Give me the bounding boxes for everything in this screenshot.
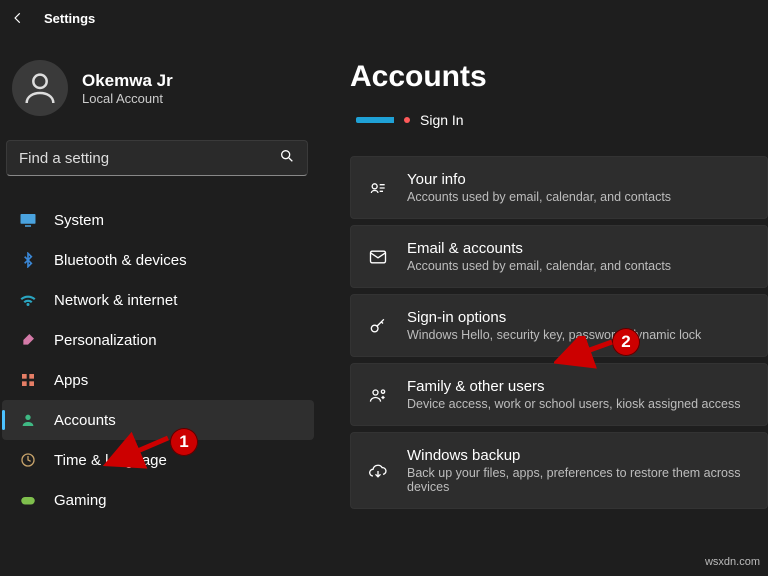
- cloud-backup-icon: [367, 460, 389, 482]
- sidebar-item-label: Apps: [54, 372, 88, 389]
- user-name: Okemwa Jr: [82, 71, 173, 91]
- card-your-info[interactable]: Your info Accounts used by email, calend…: [350, 156, 768, 219]
- card-title: Your info: [407, 171, 671, 188]
- sidebar-item-label: Bluetooth & devices: [54, 252, 187, 269]
- card-subtitle: Accounts used by email, calendar, and co…: [407, 190, 671, 204]
- alert-dot-icon: [404, 117, 410, 123]
- sidebar-item-apps[interactable]: Apps: [2, 360, 314, 400]
- sidebar-item-network[interactable]: Network & internet: [2, 280, 314, 320]
- signin-row: Sign In: [356, 112, 768, 128]
- card-title: Sign-in options: [407, 309, 701, 326]
- sidebar-item-accounts[interactable]: Accounts: [2, 400, 314, 440]
- user-account-type: Local Account: [82, 91, 173, 106]
- sidebar: Okemwa Jr Local Account System Bluetooth…: [0, 36, 320, 576]
- key-icon: [367, 315, 389, 337]
- gamepad-icon: [18, 490, 38, 510]
- card-title: Family & other users: [407, 378, 740, 395]
- people-plus-icon: [367, 384, 389, 406]
- sign-in-link[interactable]: Sign In: [420, 112, 464, 128]
- clock-globe-icon: [18, 450, 38, 470]
- sidebar-item-label: Accounts: [54, 412, 116, 429]
- titlebar: Settings: [0, 0, 768, 36]
- sidebar-nav: System Bluetooth & devices Network & int…: [2, 200, 314, 520]
- sidebar-item-label: Personalization: [54, 332, 157, 349]
- card-subtitle: Windows Hello, security key, password, d…: [407, 328, 701, 342]
- search-input[interactable]: [19, 150, 279, 167]
- back-icon[interactable]: [10, 10, 26, 26]
- search-field-wrap[interactable]: [6, 140, 308, 176]
- card-subtitle: Back up your files, apps, preferences to…: [407, 466, 751, 494]
- bluetooth-icon: [18, 250, 38, 270]
- sidebar-item-label: System: [54, 212, 104, 229]
- card-subtitle: Device access, work or school users, kio…: [407, 397, 740, 411]
- card-title: Email & accounts: [407, 240, 671, 257]
- wifi-icon: [18, 290, 38, 310]
- sidebar-item-gaming[interactable]: Gaming: [2, 480, 314, 520]
- search-icon: [279, 148, 295, 169]
- accent-chip: [356, 117, 394, 123]
- sidebar-item-time-language[interactable]: Time & language: [2, 440, 314, 480]
- mail-icon: [367, 246, 389, 268]
- card-email-accounts[interactable]: Email & accounts Accounts used by email,…: [350, 225, 768, 288]
- page-title: Accounts: [350, 60, 768, 94]
- card-title: Windows backup: [407, 447, 751, 464]
- main-layout: Okemwa Jr Local Account System Bluetooth…: [0, 36, 768, 576]
- card-family-other-users[interactable]: Family & other users Device access, work…: [350, 363, 768, 426]
- annotation-badge-1: 1: [170, 428, 198, 456]
- brush-icon: [18, 330, 38, 350]
- card-windows-backup[interactable]: Windows backup Back up your files, apps,…: [350, 432, 768, 509]
- grid-icon: [18, 370, 38, 390]
- sidebar-item-label: Network & internet: [54, 292, 177, 309]
- card-subtitle: Accounts used by email, calendar, and co…: [407, 259, 671, 273]
- app-title: Settings: [44, 11, 95, 26]
- avatar: [12, 60, 68, 116]
- content-area: Accounts Sign In Your info Accounts used…: [320, 36, 768, 576]
- monitor-icon: [18, 210, 38, 230]
- settings-card-list: Your info Accounts used by email, calend…: [350, 156, 768, 509]
- user-block[interactable]: Okemwa Jr Local Account: [2, 56, 314, 116]
- annotation-badge-2: 2: [612, 328, 640, 356]
- sidebar-item-label: Gaming: [54, 492, 107, 509]
- sidebar-item-bluetooth[interactable]: Bluetooth & devices: [2, 240, 314, 280]
- sidebar-item-system[interactable]: System: [2, 200, 314, 240]
- sidebar-item-personalization[interactable]: Personalization: [2, 320, 314, 360]
- sidebar-item-label: Time & language: [54, 452, 167, 469]
- watermark: wsxdn.com: [705, 556, 760, 568]
- card-sign-in-options[interactable]: Sign-in options Windows Hello, security …: [350, 294, 768, 357]
- person-icon: [18, 410, 38, 430]
- id-card-icon: [367, 177, 389, 199]
